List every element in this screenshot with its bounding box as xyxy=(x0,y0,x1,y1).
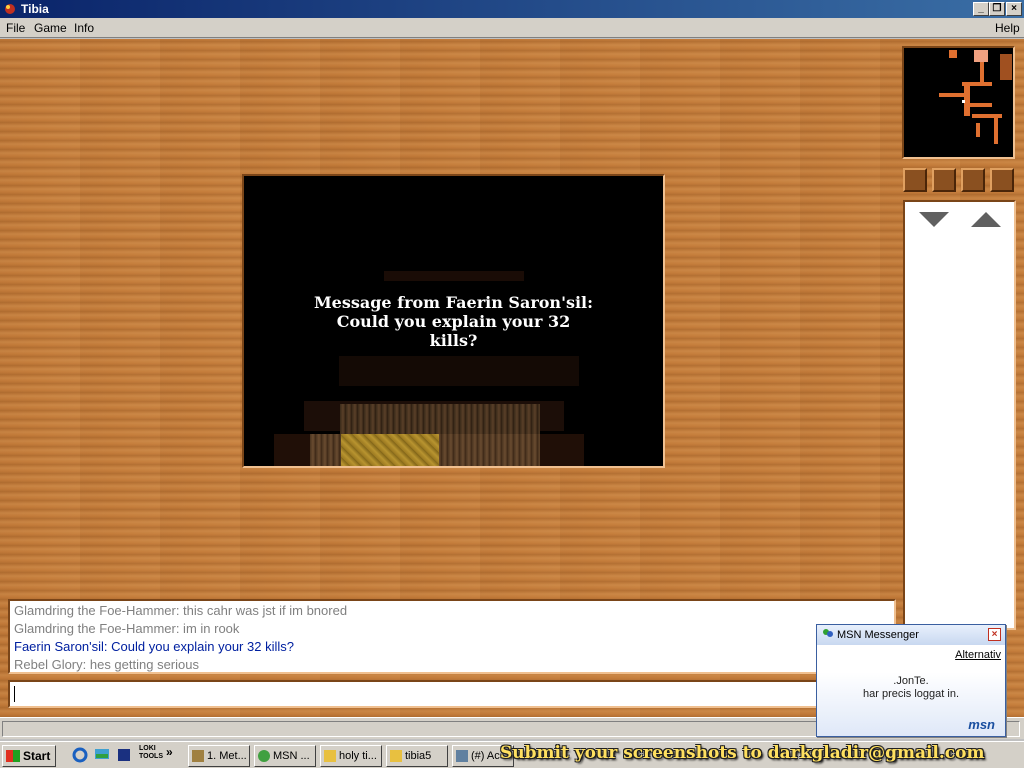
bag-icon[interactable] xyxy=(903,168,927,192)
menu-info[interactable]: Info xyxy=(74,21,94,35)
watermark-text: Submit your screenshots to darkgladir@gm… xyxy=(500,743,985,763)
msn-options-link[interactable]: Alternativ xyxy=(955,649,1001,661)
skills-icon[interactable] xyxy=(932,168,956,192)
tibia-app-icon xyxy=(5,4,15,14)
quicklaunch-chevron[interactable]: » xyxy=(166,745,173,759)
tool-buttons xyxy=(903,168,1018,192)
menu-help[interactable]: Help xyxy=(995,21,1020,35)
msn-status-text: har precis loggat in. xyxy=(863,688,959,700)
msn-contact-name: .JonTe. xyxy=(893,675,929,687)
minimize-button[interactable]: _ xyxy=(973,2,989,16)
taskbar-button[interactable]: tibia5 xyxy=(386,745,448,767)
windows-flag-icon xyxy=(6,750,20,762)
msn-notification-popup[interactable]: MSN Messenger × Alternativ .JonTe. har p… xyxy=(816,624,1006,737)
desktop-icon[interactable] xyxy=(94,747,110,763)
close-button[interactable]: × xyxy=(1006,2,1022,16)
loki-tools-icon[interactable]: LOKI TOOLS xyxy=(139,745,163,761)
chat-input[interactable] xyxy=(8,680,896,708)
window-title: Tibia xyxy=(21,2,49,16)
private-message-overlay: Message from Faerin Saron'sil: Could you… xyxy=(313,293,594,350)
taskbar-button[interactable]: 1. Met... xyxy=(188,745,250,767)
msn-popup-title: MSN Messenger xyxy=(837,629,919,641)
msn-icon xyxy=(258,750,270,762)
start-button[interactable]: Start xyxy=(2,745,56,767)
msn-buddy-icon xyxy=(823,629,833,637)
console-line: Faerin Saron'sil: Could you explain your… xyxy=(14,639,294,654)
folder-icon xyxy=(390,750,402,762)
folder-icon xyxy=(324,750,336,762)
chat-console[interactable]: Glamdring the Foe-Hammer: this cahr was … xyxy=(8,599,896,674)
hay-tile xyxy=(341,434,439,466)
msn-popup-header: MSN Messenger × xyxy=(817,625,1005,645)
taskbar-button[interactable]: holy ti... xyxy=(320,745,382,767)
menu-file[interactable]: File xyxy=(6,21,25,35)
chat-icon xyxy=(456,750,468,762)
inventory-panel[interactable] xyxy=(903,200,1016,630)
msn-popup-body[interactable]: Alternativ .JonTe. har precis loggat in.… xyxy=(817,645,1005,736)
console-line: Glamdring the Foe-Hammer: this cahr was … xyxy=(14,603,348,618)
options-icon[interactable] xyxy=(990,168,1014,192)
restore-button[interactable]: ❐ xyxy=(989,2,1005,16)
menu-game[interactable]: Game xyxy=(34,21,67,35)
player-marker xyxy=(962,100,965,103)
metin-icon xyxy=(192,750,204,762)
msn-logo: msn xyxy=(968,717,995,732)
scroll-down-icon[interactable] xyxy=(919,212,949,227)
text-caret xyxy=(14,686,15,702)
floor-tile xyxy=(339,356,579,386)
internet-explorer-icon[interactable] xyxy=(72,747,88,763)
close-icon[interactable]: × xyxy=(988,628,1001,641)
console-line: Glamdring the Foe-Hammer: im in rook xyxy=(14,621,240,636)
scroll-up-icon[interactable] xyxy=(971,212,1001,227)
console-line: Rebel Glory: hes getting serious xyxy=(14,657,199,672)
taskbar-button[interactable]: MSN ... xyxy=(254,745,316,767)
combat-icon[interactable] xyxy=(961,168,985,192)
game-viewport[interactable]: Message from Faerin Saron'sil: Could you… xyxy=(242,174,665,468)
menu-bar: File Game Info Help xyxy=(0,18,1024,38)
fence-tile xyxy=(340,404,540,434)
minimap[interactable] xyxy=(902,46,1015,159)
book-icon[interactable] xyxy=(116,747,132,763)
wall-tile xyxy=(384,271,524,281)
window-titlebar[interactable]: Tibia _ ❐ × xyxy=(0,0,1024,18)
